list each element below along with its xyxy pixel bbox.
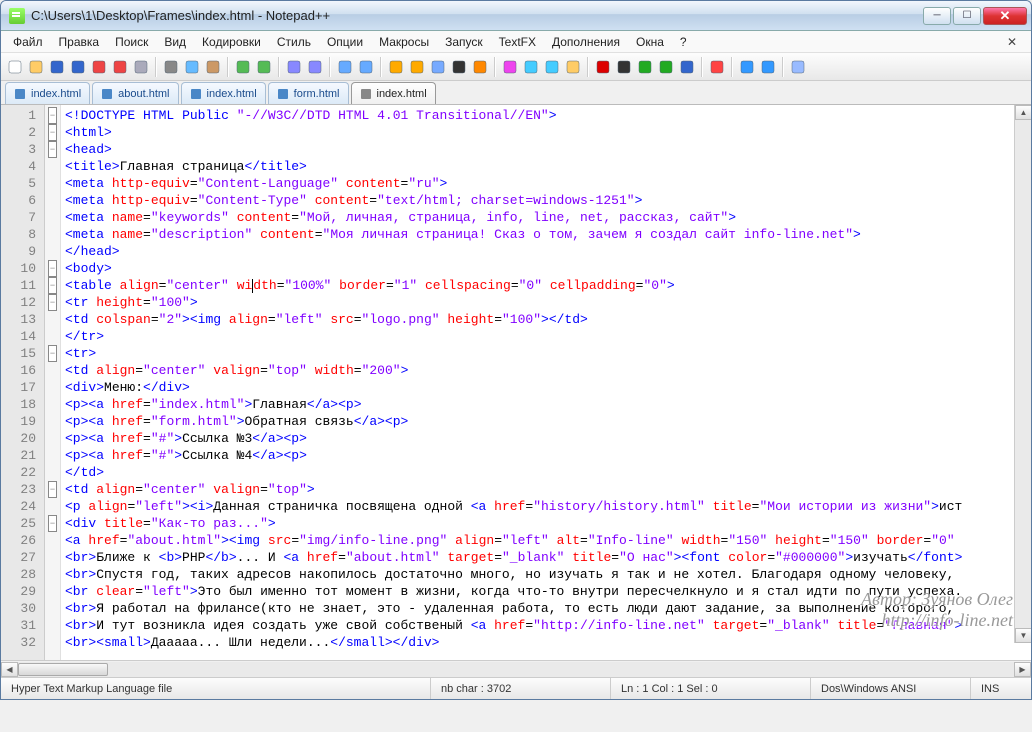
zoom-out-button[interactable] xyxy=(356,57,376,77)
file-tab[interactable]: form.html xyxy=(268,82,349,104)
fold-toggle-icon[interactable]: − xyxy=(48,260,57,277)
file-tab-label: index.html xyxy=(207,88,257,100)
file-tab[interactable]: index.html xyxy=(181,82,266,104)
sync-h-button[interactable] xyxy=(407,57,427,77)
status-position: Ln : 1 Col : 1 Sel : 0 xyxy=(611,678,811,699)
undo-button[interactable] xyxy=(233,57,253,77)
fold-gutter[interactable]: −−−−−−−−− xyxy=(45,105,61,660)
menu-файл[interactable]: Файл xyxy=(5,33,51,51)
clipboard-hist-button[interactable] xyxy=(788,57,808,77)
minimize-button[interactable]: ─ xyxy=(923,7,951,25)
zoom-in-button[interactable] xyxy=(335,57,355,77)
copy-button[interactable] xyxy=(182,57,202,77)
fold-toggle-icon[interactable]: − xyxy=(48,277,57,294)
fold-toggle-icon[interactable]: − xyxy=(48,107,57,124)
toggle-ff-button[interactable] xyxy=(707,57,727,77)
toolbar-separator xyxy=(701,57,703,77)
fold-toggle-icon[interactable]: − xyxy=(48,124,57,141)
redo-button[interactable] xyxy=(254,57,274,77)
toolbar-separator xyxy=(782,57,784,77)
toolbar xyxy=(1,53,1031,81)
menu-опции[interactable]: Опции xyxy=(319,33,371,51)
outdent-button[interactable] xyxy=(737,57,757,77)
lang-udl-button[interactable] xyxy=(500,57,520,77)
menu-макросы[interactable]: Макросы xyxy=(371,33,437,51)
menu-стиль[interactable]: Стиль xyxy=(269,33,319,51)
toolbar-separator xyxy=(731,57,733,77)
close-all-button[interactable] xyxy=(110,57,130,77)
line-number-gutter: 1234567891011121314151617181920212223242… xyxy=(1,105,45,660)
fold-toggle-icon[interactable]: − xyxy=(48,141,57,158)
fold-toggle-icon[interactable]: − xyxy=(48,345,57,362)
fold-toggle-icon[interactable]: − xyxy=(48,294,57,311)
mdi-close-icon[interactable]: ✕ xyxy=(997,33,1027,51)
window-title: C:\Users\1\Desktop\Frames\index.html - N… xyxy=(31,8,923,23)
open-file-button[interactable] xyxy=(26,57,46,77)
func-list-button[interactable] xyxy=(542,57,562,77)
cut-button[interactable] xyxy=(161,57,181,77)
wrap-button[interactable] xyxy=(428,57,448,77)
menu-?[interactable]: ? xyxy=(672,33,695,51)
menu-textfx[interactable]: TextFX xyxy=(491,33,544,51)
macro-play-button[interactable] xyxy=(635,57,655,77)
menu-окна[interactable]: Окна xyxy=(628,33,672,51)
menu-вид[interactable]: Вид xyxy=(156,33,194,51)
paste-button[interactable] xyxy=(203,57,223,77)
toolbar-separator xyxy=(278,57,280,77)
file-tab[interactable]: about.html xyxy=(92,82,178,104)
indent-guide-button[interactable] xyxy=(470,57,490,77)
titlebar[interactable]: C:\Users\1\Desktop\Frames\index.html - N… xyxy=(1,1,1031,31)
app-window: C:\Users\1\Desktop\Frames\index.html - N… xyxy=(0,0,1032,700)
status-nbchar: nb char : 3702 xyxy=(431,678,611,699)
sync-v-button[interactable] xyxy=(386,57,406,77)
menu-кодировки[interactable]: Кодировки xyxy=(194,33,269,51)
close-file-button[interactable] xyxy=(89,57,109,77)
menu-правка[interactable]: Правка xyxy=(51,33,108,51)
file-tab-label: about.html xyxy=(118,88,169,100)
macro-save-button[interactable] xyxy=(677,57,697,77)
macro-stop-button[interactable] xyxy=(614,57,634,77)
editor-area[interactable]: 1234567891011121314151617181920212223242… xyxy=(1,105,1031,660)
code-view[interactable]: <!DOCTYPE HTML Public "-//W3C//DTD HTML … xyxy=(61,105,1031,660)
close-button[interactable]: ✕ xyxy=(983,7,1027,25)
toolbar-separator xyxy=(587,57,589,77)
find-button[interactable] xyxy=(284,57,304,77)
file-tab-label: index.html xyxy=(31,88,81,100)
menu-дополнения[interactable]: Дополнения xyxy=(544,33,628,51)
save-file-button[interactable] xyxy=(47,57,67,77)
file-tab[interactable]: index.html xyxy=(5,82,90,104)
vertical-scrollbar[interactable]: ▲▼ xyxy=(1014,105,1031,643)
all-chars-button[interactable] xyxy=(449,57,469,77)
file-tab-label: index.html xyxy=(377,88,427,100)
doc-map-button[interactable] xyxy=(521,57,541,77)
file-tab-label: form.html xyxy=(294,88,340,100)
fold-toggle-icon[interactable]: − xyxy=(48,481,57,498)
folder-button[interactable] xyxy=(563,57,583,77)
fold-toggle-icon[interactable]: − xyxy=(48,515,57,532)
file-tab[interactable]: index.html xyxy=(351,82,436,104)
replace-button[interactable] xyxy=(305,57,325,77)
status-insert-mode: INS xyxy=(971,678,1031,699)
status-filetype: Hyper Text Markup Language file xyxy=(1,678,431,699)
toolbar-separator xyxy=(155,57,157,77)
toolbar-separator xyxy=(380,57,382,77)
toolbar-separator xyxy=(329,57,331,77)
statusbar: Hyper Text Markup Language file nb char … xyxy=(1,677,1031,699)
menu-поиск[interactable]: Поиск xyxy=(107,33,156,51)
file-tabbar: index.html about.html index.html form.html i… xyxy=(1,81,1031,105)
maximize-button[interactable]: ☐ xyxy=(953,7,981,25)
toolbar-separator xyxy=(494,57,496,77)
macro-rec-button[interactable] xyxy=(593,57,613,77)
app-icon xyxy=(9,8,25,24)
new-file-button[interactable] xyxy=(5,57,25,77)
menubar: ФайлПравкаПоискВидКодировкиСтильОпцииМак… xyxy=(1,31,1031,53)
print-button[interactable] xyxy=(131,57,151,77)
status-encoding: Dos\Windows ANSI xyxy=(811,678,971,699)
save-all-button[interactable] xyxy=(68,57,88,77)
toolbar-separator xyxy=(227,57,229,77)
horizontal-scrollbar[interactable]: ◀▶ xyxy=(1,660,1031,677)
macro-play-multi-button[interactable] xyxy=(656,57,676,77)
indent-button[interactable] xyxy=(758,57,778,77)
menu-запуск[interactable]: Запуск xyxy=(437,33,491,51)
